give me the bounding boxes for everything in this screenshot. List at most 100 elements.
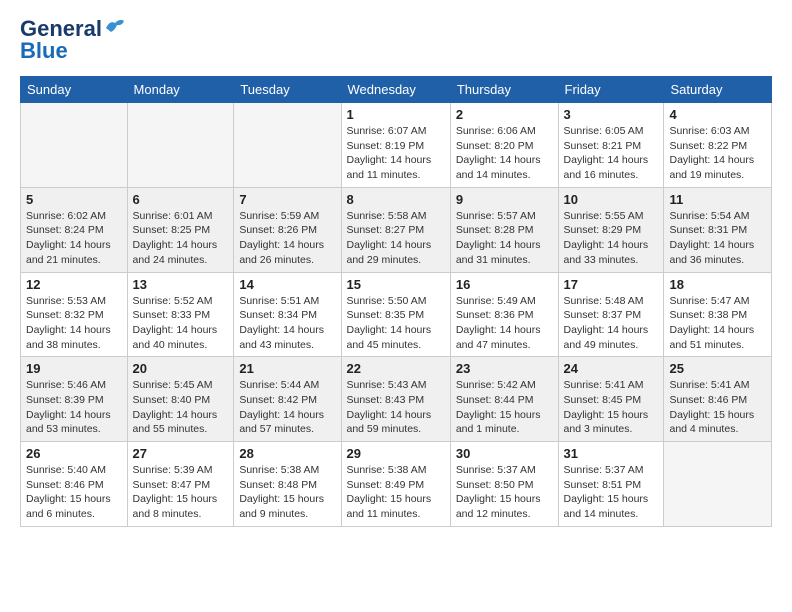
calendar-week-4: 19 Sunrise: 5:46 AMSunset: 8:39 PMDaylig… (21, 357, 772, 442)
day-number: 5 (26, 192, 122, 207)
day-info: Sunrise: 5:44 AMSunset: 8:42 PMDaylight:… (239, 378, 335, 437)
day-info: Sunrise: 6:01 AMSunset: 8:25 PMDaylight:… (133, 209, 229, 268)
calendar-day: 27 Sunrise: 5:39 AMSunset: 8:47 PMDaylig… (127, 442, 234, 527)
bird-icon (104, 18, 126, 36)
calendar-day: 12 Sunrise: 5:53 AMSunset: 8:32 PMDaylig… (21, 272, 128, 357)
day-info: Sunrise: 5:53 AMSunset: 8:32 PMDaylight:… (26, 294, 122, 353)
col-monday: Monday (127, 77, 234, 103)
calendar-day: 25 Sunrise: 5:41 AMSunset: 8:46 PMDaylig… (664, 357, 772, 442)
calendar-week-5: 26 Sunrise: 5:40 AMSunset: 8:46 PMDaylig… (21, 442, 772, 527)
day-number: 13 (133, 277, 229, 292)
calendar-day: 4 Sunrise: 6:03 AMSunset: 8:22 PMDayligh… (664, 103, 772, 188)
calendar-day (127, 103, 234, 188)
calendar-day (664, 442, 772, 527)
calendar-day: 21 Sunrise: 5:44 AMSunset: 8:42 PMDaylig… (234, 357, 341, 442)
calendar-day: 17 Sunrise: 5:48 AMSunset: 8:37 PMDaylig… (558, 272, 664, 357)
page: General Blue Sunday Monday Tuesday Wedne… (0, 0, 792, 543)
day-number: 28 (239, 446, 335, 461)
day-number: 9 (456, 192, 553, 207)
calendar-week-2: 5 Sunrise: 6:02 AMSunset: 8:24 PMDayligh… (21, 187, 772, 272)
calendar-day: 10 Sunrise: 5:55 AMSunset: 8:29 PMDaylig… (558, 187, 664, 272)
day-number: 17 (564, 277, 659, 292)
logo: General Blue (20, 16, 126, 64)
day-info: Sunrise: 5:51 AMSunset: 8:34 PMDaylight:… (239, 294, 335, 353)
day-info: Sunrise: 5:47 AMSunset: 8:38 PMDaylight:… (669, 294, 766, 353)
day-info: Sunrise: 6:03 AMSunset: 8:22 PMDaylight:… (669, 124, 766, 183)
day-info: Sunrise: 5:49 AMSunset: 8:36 PMDaylight:… (456, 294, 553, 353)
day-number: 14 (239, 277, 335, 292)
day-number: 12 (26, 277, 122, 292)
calendar-day: 13 Sunrise: 5:52 AMSunset: 8:33 PMDaylig… (127, 272, 234, 357)
day-number: 21 (239, 361, 335, 376)
day-number: 4 (669, 107, 766, 122)
col-friday: Friday (558, 77, 664, 103)
day-info: Sunrise: 5:37 AMSunset: 8:51 PMDaylight:… (564, 463, 659, 522)
day-number: 30 (456, 446, 553, 461)
day-info: Sunrise: 5:58 AMSunset: 8:27 PMDaylight:… (347, 209, 445, 268)
calendar-day: 5 Sunrise: 6:02 AMSunset: 8:24 PMDayligh… (21, 187, 128, 272)
day-info: Sunrise: 5:52 AMSunset: 8:33 PMDaylight:… (133, 294, 229, 353)
day-number: 18 (669, 277, 766, 292)
day-number: 29 (347, 446, 445, 461)
day-info: Sunrise: 5:43 AMSunset: 8:43 PMDaylight:… (347, 378, 445, 437)
day-info: Sunrise: 5:40 AMSunset: 8:46 PMDaylight:… (26, 463, 122, 522)
day-info: Sunrise: 5:39 AMSunset: 8:47 PMDaylight:… (133, 463, 229, 522)
calendar-day: 18 Sunrise: 5:47 AMSunset: 8:38 PMDaylig… (664, 272, 772, 357)
day-info: Sunrise: 5:41 AMSunset: 8:46 PMDaylight:… (669, 378, 766, 437)
header: General Blue (20, 16, 772, 64)
day-info: Sunrise: 5:45 AMSunset: 8:40 PMDaylight:… (133, 378, 229, 437)
col-sunday: Sunday (21, 77, 128, 103)
day-info: Sunrise: 5:54 AMSunset: 8:31 PMDaylight:… (669, 209, 766, 268)
day-number: 11 (669, 192, 766, 207)
calendar-day: 20 Sunrise: 5:45 AMSunset: 8:40 PMDaylig… (127, 357, 234, 442)
day-info: Sunrise: 5:46 AMSunset: 8:39 PMDaylight:… (26, 378, 122, 437)
day-info: Sunrise: 5:48 AMSunset: 8:37 PMDaylight:… (564, 294, 659, 353)
col-wednesday: Wednesday (341, 77, 450, 103)
calendar-table: Sunday Monday Tuesday Wednesday Thursday… (20, 76, 772, 527)
day-info: Sunrise: 6:06 AMSunset: 8:20 PMDaylight:… (456, 124, 553, 183)
day-number: 8 (347, 192, 445, 207)
calendar-day: 26 Sunrise: 5:40 AMSunset: 8:46 PMDaylig… (21, 442, 128, 527)
day-number: 31 (564, 446, 659, 461)
calendar-day: 14 Sunrise: 5:51 AMSunset: 8:34 PMDaylig… (234, 272, 341, 357)
day-number: 19 (26, 361, 122, 376)
calendar-day: 6 Sunrise: 6:01 AMSunset: 8:25 PMDayligh… (127, 187, 234, 272)
col-tuesday: Tuesday (234, 77, 341, 103)
calendar-day: 11 Sunrise: 5:54 AMSunset: 8:31 PMDaylig… (664, 187, 772, 272)
day-number: 26 (26, 446, 122, 461)
calendar-day: 1 Sunrise: 6:07 AMSunset: 8:19 PMDayligh… (341, 103, 450, 188)
calendar-day: 8 Sunrise: 5:58 AMSunset: 8:27 PMDayligh… (341, 187, 450, 272)
day-number: 3 (564, 107, 659, 122)
calendar-day: 23 Sunrise: 5:42 AMSunset: 8:44 PMDaylig… (450, 357, 558, 442)
day-info: Sunrise: 5:55 AMSunset: 8:29 PMDaylight:… (564, 209, 659, 268)
calendar-day: 22 Sunrise: 5:43 AMSunset: 8:43 PMDaylig… (341, 357, 450, 442)
calendar-day: 7 Sunrise: 5:59 AMSunset: 8:26 PMDayligh… (234, 187, 341, 272)
col-saturday: Saturday (664, 77, 772, 103)
calendar-day: 2 Sunrise: 6:06 AMSunset: 8:20 PMDayligh… (450, 103, 558, 188)
calendar-week-3: 12 Sunrise: 5:53 AMSunset: 8:32 PMDaylig… (21, 272, 772, 357)
calendar-day: 28 Sunrise: 5:38 AMSunset: 8:48 PMDaylig… (234, 442, 341, 527)
calendar-day (21, 103, 128, 188)
day-number: 23 (456, 361, 553, 376)
day-number: 1 (347, 107, 445, 122)
calendar-day: 3 Sunrise: 6:05 AMSunset: 8:21 PMDayligh… (558, 103, 664, 188)
col-thursday: Thursday (450, 77, 558, 103)
day-number: 2 (456, 107, 553, 122)
day-number: 6 (133, 192, 229, 207)
day-number: 27 (133, 446, 229, 461)
day-info: Sunrise: 5:37 AMSunset: 8:50 PMDaylight:… (456, 463, 553, 522)
calendar-day: 16 Sunrise: 5:49 AMSunset: 8:36 PMDaylig… (450, 272, 558, 357)
calendar-day: 15 Sunrise: 5:50 AMSunset: 8:35 PMDaylig… (341, 272, 450, 357)
day-info: Sunrise: 5:38 AMSunset: 8:48 PMDaylight:… (239, 463, 335, 522)
calendar-day: 9 Sunrise: 5:57 AMSunset: 8:28 PMDayligh… (450, 187, 558, 272)
day-info: Sunrise: 5:41 AMSunset: 8:45 PMDaylight:… (564, 378, 659, 437)
day-info: Sunrise: 5:50 AMSunset: 8:35 PMDaylight:… (347, 294, 445, 353)
day-number: 16 (456, 277, 553, 292)
calendar-day: 31 Sunrise: 5:37 AMSunset: 8:51 PMDaylig… (558, 442, 664, 527)
calendar-day: 19 Sunrise: 5:46 AMSunset: 8:39 PMDaylig… (21, 357, 128, 442)
day-number: 20 (133, 361, 229, 376)
day-number: 15 (347, 277, 445, 292)
header-row: Sunday Monday Tuesday Wednesday Thursday… (21, 77, 772, 103)
calendar-day: 30 Sunrise: 5:37 AMSunset: 8:50 PMDaylig… (450, 442, 558, 527)
day-info: Sunrise: 6:07 AMSunset: 8:19 PMDaylight:… (347, 124, 445, 183)
